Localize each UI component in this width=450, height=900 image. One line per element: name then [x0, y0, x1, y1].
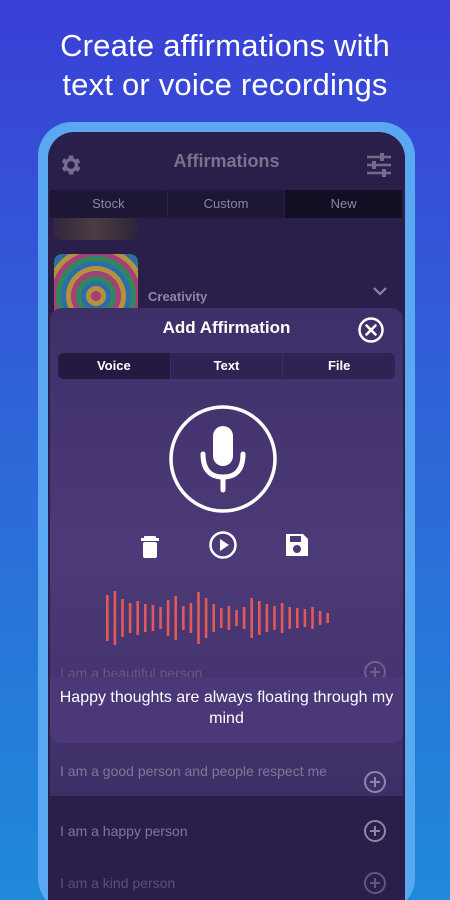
waveform-bar [258, 601, 261, 635]
floppy-disk-icon[interactable] [282, 530, 312, 560]
waveform-bar [303, 609, 307, 627]
phone-frame: Affirmations Stock Custom New Creativity [38, 122, 415, 900]
waveform-bar [121, 599, 124, 637]
waveform-bar [113, 591, 117, 645]
affirmation-toast: Happy thoughts are always floating throu… [50, 677, 403, 743]
affirmation-text: I am a kind person [60, 875, 176, 891]
headline-line-1: Create affirmations with [60, 28, 390, 63]
app-screen: Affirmations Stock Custom New Creativity [48, 132, 405, 900]
affirmation-text: I am a good person and people respect me [60, 763, 327, 779]
waveform-bar [212, 604, 215, 632]
app-header: Affirmations [48, 132, 405, 190]
promo-headline: Create affirmations with text or voice r… [0, 26, 450, 104]
tab-custom[interactable]: Custom [168, 190, 286, 218]
category-tabs: Stock Custom New [50, 190, 404, 218]
waveform-bar [197, 592, 200, 644]
waveform-bar [220, 608, 223, 628]
waveform-bar [166, 600, 170, 636]
recording-actions [50, 530, 403, 562]
trash-icon[interactable] [135, 530, 165, 560]
waveform-bar [136, 601, 139, 635]
headline-line-2: text or voice recordings [62, 67, 388, 102]
waveform-bar [128, 603, 132, 633]
waveform-bar [144, 604, 147, 632]
waveform-bar [288, 607, 291, 629]
waveform-bar [151, 605, 155, 631]
waveform-bar [250, 598, 253, 638]
waveform-bar [106, 595, 109, 641]
input-mode-selector: Voice Text File [58, 353, 395, 379]
waveform-bar [235, 610, 238, 626]
modal-title: Add Affirmation [162, 318, 291, 337]
waveform-bar [311, 607, 314, 629]
waveform-bar [326, 613, 329, 623]
segment-text[interactable]: Text [171, 353, 284, 379]
tab-new[interactable]: New [285, 190, 404, 218]
gear-icon[interactable] [58, 152, 84, 178]
waveform [106, 591, 329, 645]
waveform-bar [159, 607, 162, 629]
affirmation-text: I am a happy person [60, 823, 188, 839]
category-thumbnail[interactable] [54, 218, 138, 240]
waveform-bar [280, 603, 284, 633]
category-label: Creativity [148, 289, 208, 304]
waveform-bar [227, 606, 231, 630]
waveform-bar [189, 603, 193, 633]
waveform-bar [265, 604, 269, 632]
segment-voice[interactable]: Voice [58, 353, 171, 379]
waveform-bar [273, 606, 276, 630]
waveform-bar [174, 596, 177, 640]
app-title: Affirmations [173, 150, 280, 171]
sliders-icon[interactable] [365, 152, 393, 178]
plus-circle-icon[interactable] [363, 770, 387, 794]
plus-circle-icon[interactable] [363, 871, 387, 895]
waveform-bar [242, 607, 246, 629]
waveform-bar [182, 606, 185, 630]
waveform-bar [318, 611, 322, 625]
waveform-bar [296, 608, 299, 628]
play-circle-icon[interactable] [208, 530, 238, 560]
plus-circle-icon[interactable] [363, 819, 387, 843]
close-icon[interactable] [357, 316, 385, 344]
microphone-icon[interactable] [168, 404, 278, 514]
segment-file[interactable]: File [283, 353, 395, 379]
waveform-bar [204, 598, 208, 638]
tab-stock[interactable]: Stock [50, 190, 168, 218]
chevron-down-icon[interactable] [371, 282, 389, 300]
